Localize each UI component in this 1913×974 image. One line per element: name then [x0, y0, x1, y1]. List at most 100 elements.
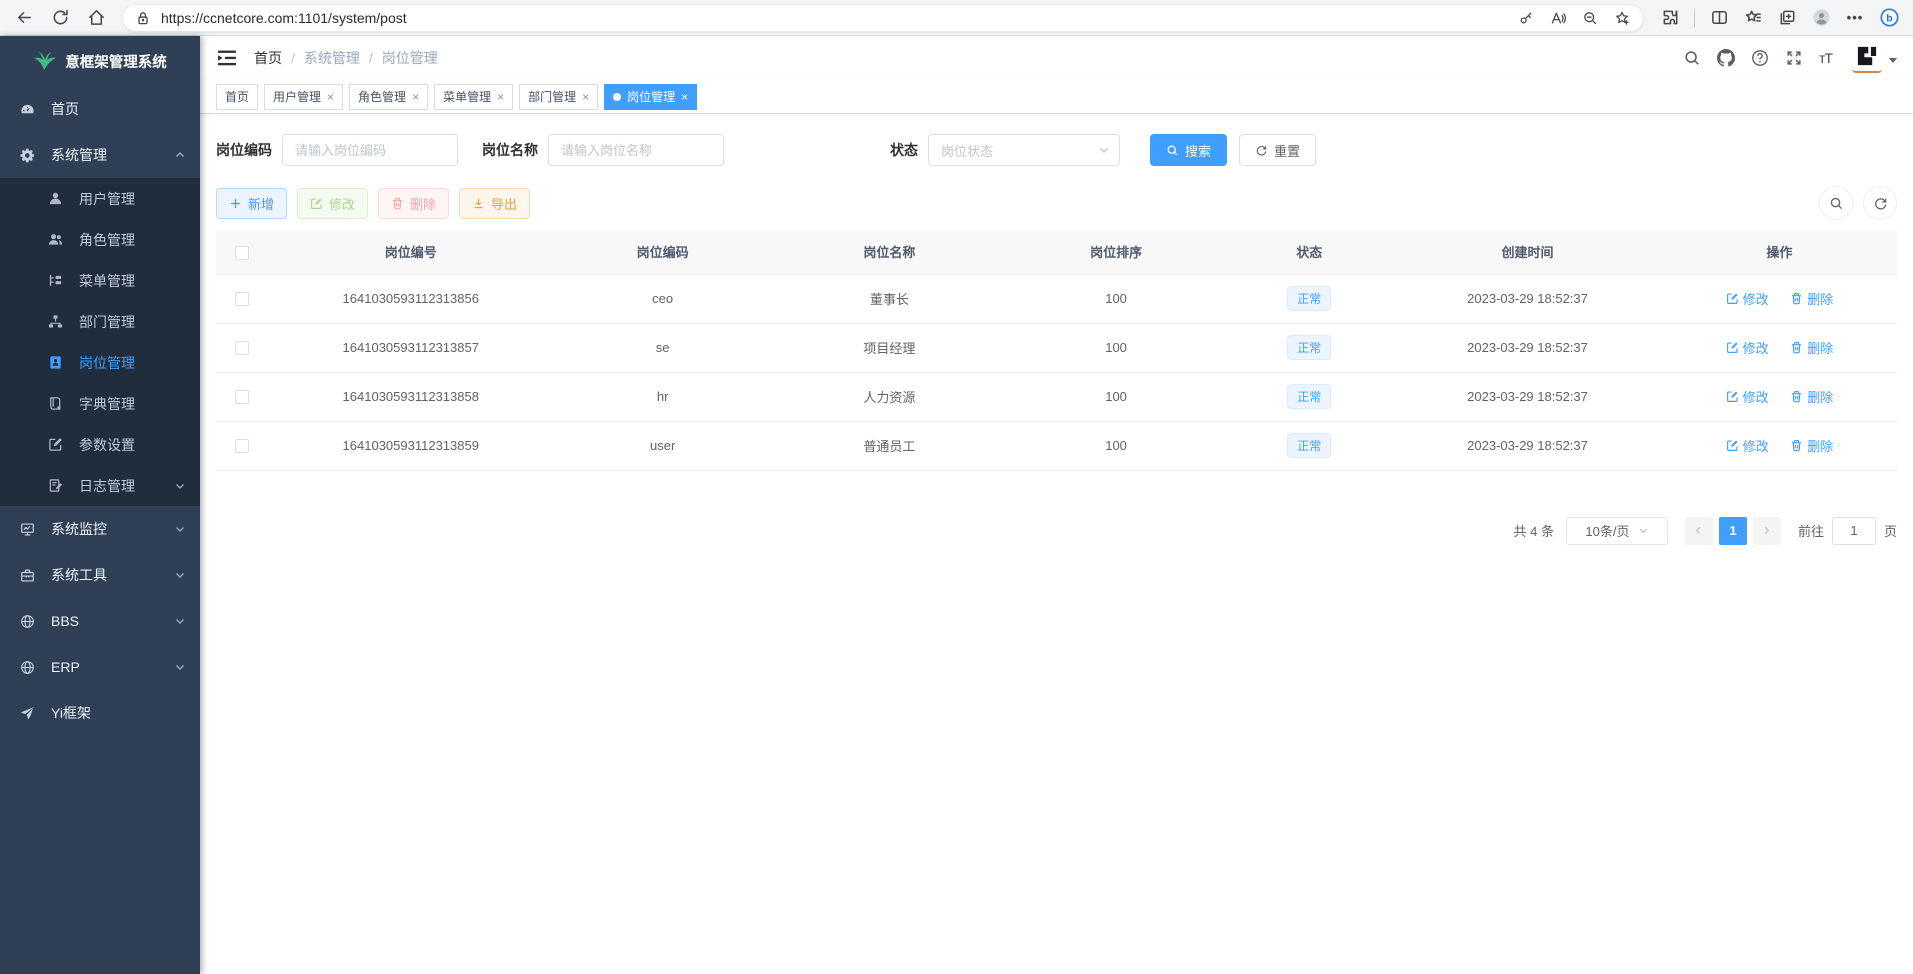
sidebar-fold-icon[interactable]	[216, 47, 238, 69]
tab-close-icon[interactable]: ×	[412, 90, 419, 104]
sidebar-item-monitor[interactable]: 系统监控	[0, 506, 200, 552]
zoom-out-button[interactable]	[1575, 5, 1605, 31]
toggle-search-button[interactable]	[1819, 186, 1853, 220]
refresh-table-button[interactable]	[1863, 186, 1897, 220]
copilot-button[interactable]: b	[1873, 3, 1905, 33]
tab-close-icon[interactable]: ×	[582, 90, 589, 104]
sidebar-item-yiframe[interactable]: Yi框架	[0, 690, 200, 736]
next-page-button[interactable]	[1753, 517, 1781, 545]
trash-icon	[391, 197, 404, 210]
sidebar-item-home[interactable]: 首页	[0, 86, 200, 132]
read-aloud-button[interactable]	[1543, 5, 1573, 31]
add-button[interactable]: 新增	[216, 188, 287, 219]
extensions-button[interactable]	[1654, 3, 1686, 33]
tab-label: 菜单管理	[443, 88, 491, 105]
delete-button[interactable]: 删除	[378, 188, 449, 219]
app-logo[interactable]: 意框架管理系统	[0, 36, 200, 86]
sidebar-item-tools[interactable]: 系统工具	[0, 552, 200, 598]
help-icon[interactable]	[1751, 49, 1769, 67]
tab-home[interactable]: 首页	[216, 84, 258, 110]
row-checkbox[interactable]	[235, 390, 249, 404]
status-select[interactable]: 岗位状态	[928, 134, 1120, 166]
sidebar-item-bbs[interactable]: BBS	[0, 598, 200, 644]
row-edit-link[interactable]: 修改	[1726, 338, 1769, 357]
page-size-select[interactable]: 10条/页	[1566, 517, 1668, 545]
sidebar-item-erp[interactable]: ERP	[0, 644, 200, 690]
column-header: 岗位编号	[268, 230, 554, 274]
read-aloud-icon	[1550, 10, 1566, 26]
row-checkbox[interactable]	[235, 439, 249, 453]
address-bar[interactable]: https://ccnetcore.com:1101/system/post	[122, 4, 1644, 32]
row-edit-link[interactable]: 修改	[1726, 289, 1769, 308]
add-favorite-button[interactable]	[1607, 5, 1637, 31]
tab-roles[interactable]: 角色管理×	[349, 84, 428, 110]
tab-users[interactable]: 用户管理×	[264, 84, 343, 110]
sidebar-item-parameters[interactable]: 参数设置	[0, 424, 200, 465]
tab-menus[interactable]: 菜单管理 ×	[434, 84, 513, 110]
font-size-icon[interactable]: тT	[1819, 50, 1832, 66]
page-1-button[interactable]: 1	[1719, 517, 1747, 545]
sidebar-item-users[interactable]: 用户管理	[0, 178, 200, 219]
edit-button[interactable]: 修改	[297, 188, 368, 219]
sidebar-item-dictionary[interactable]: 字典管理	[0, 383, 200, 424]
export-button[interactable]: 导出	[459, 188, 530, 219]
browser-toolbar: https://ccnetcore.com:1101/system/post	[0, 0, 1913, 36]
fullscreen-icon[interactable]	[1785, 49, 1803, 67]
browser-back-button[interactable]	[8, 3, 40, 33]
prev-page-button[interactable]	[1685, 517, 1713, 545]
password-button[interactable]	[1511, 5, 1541, 31]
header-search-icon[interactable]	[1683, 49, 1701, 67]
row-delete-link[interactable]: 删除	[1790, 436, 1833, 455]
browser-home-button[interactable]	[80, 3, 112, 33]
user-avatar-dropdown[interactable]	[1852, 43, 1897, 73]
row-delete-label: 删除	[1807, 338, 1833, 357]
collections-button[interactable]	[1771, 3, 1803, 33]
post-code-input[interactable]	[282, 134, 458, 166]
table-row: 1641030593112313858 hr 人力资源 100 正常 2023-…	[216, 372, 1897, 421]
tab-label: 岗位管理	[627, 88, 675, 105]
browser-profile-button[interactable]	[1805, 3, 1837, 33]
row-edit-label: 修改	[1743, 289, 1769, 308]
tab-posts-active[interactable]: 岗位管理 ×	[604, 84, 697, 110]
github-icon[interactable]	[1717, 49, 1735, 67]
tab-close-icon[interactable]: ×	[681, 90, 688, 104]
paper-plane-icon	[20, 706, 35, 721]
tab-close-icon[interactable]: ×	[327, 90, 334, 104]
select-all-checkbox[interactable]	[235, 246, 249, 260]
reset-button[interactable]: 重置	[1239, 134, 1316, 166]
tab-departments[interactable]: 部门管理×	[519, 84, 598, 110]
delete-button-label: 删除	[410, 194, 436, 213]
sidebar-item-menus[interactable]: 菜单管理	[0, 260, 200, 301]
breadcrumb-home[interactable]: 首页	[254, 48, 282, 68]
row-delete-link[interactable]: 删除	[1790, 387, 1833, 406]
row-edit-link[interactable]: 修改	[1726, 387, 1769, 406]
url-text[interactable]: https://ccnetcore.com:1101/system/post	[161, 10, 1511, 26]
page-content: 岗位编码 岗位名称 状态 岗位状态 搜索 重置	[200, 114, 1913, 974]
post-name-cell: 董事长	[772, 274, 1007, 323]
row-checkbox[interactable]	[235, 341, 249, 355]
page-size-value: 10条/页	[1585, 521, 1629, 540]
row-edit-link[interactable]: 修改	[1726, 436, 1769, 455]
add-button-label: 新增	[248, 194, 274, 213]
sidebar-item-logs[interactable]: 日志管理	[0, 465, 200, 506]
split-screen-button[interactable]	[1703, 3, 1735, 33]
breadcrumb-system[interactable]: 系统管理	[304, 48, 360, 68]
sidebar-item-departments[interactable]: 部门管理	[0, 301, 200, 342]
sidebar-item-posts[interactable]: 岗位管理	[0, 342, 200, 383]
tab-close-icon[interactable]: ×	[497, 90, 504, 104]
sidebar-item-roles[interactable]: 角色管理	[0, 219, 200, 260]
table-toolbar: 新增 修改 删除 导出	[216, 186, 1897, 220]
sidebar-item-system[interactable]: 系统管理	[0, 132, 200, 178]
favorites-button[interactable]	[1737, 3, 1769, 33]
search-button[interactable]: 搜索	[1150, 134, 1227, 166]
browser-settings-button[interactable]: •••	[1839, 3, 1871, 33]
chevron-right-icon	[1761, 525, 1772, 536]
post-name-input[interactable]	[548, 134, 724, 166]
row-delete-link[interactable]: 删除	[1790, 338, 1833, 357]
browser-refresh-button[interactable]	[44, 3, 76, 33]
row-delete-link[interactable]: 删除	[1790, 289, 1833, 308]
goto-page-input[interactable]	[1832, 517, 1876, 545]
chevron-left-icon	[1693, 525, 1704, 536]
breadcrumb-current: 岗位管理	[382, 48, 438, 68]
row-checkbox[interactable]	[235, 292, 249, 306]
